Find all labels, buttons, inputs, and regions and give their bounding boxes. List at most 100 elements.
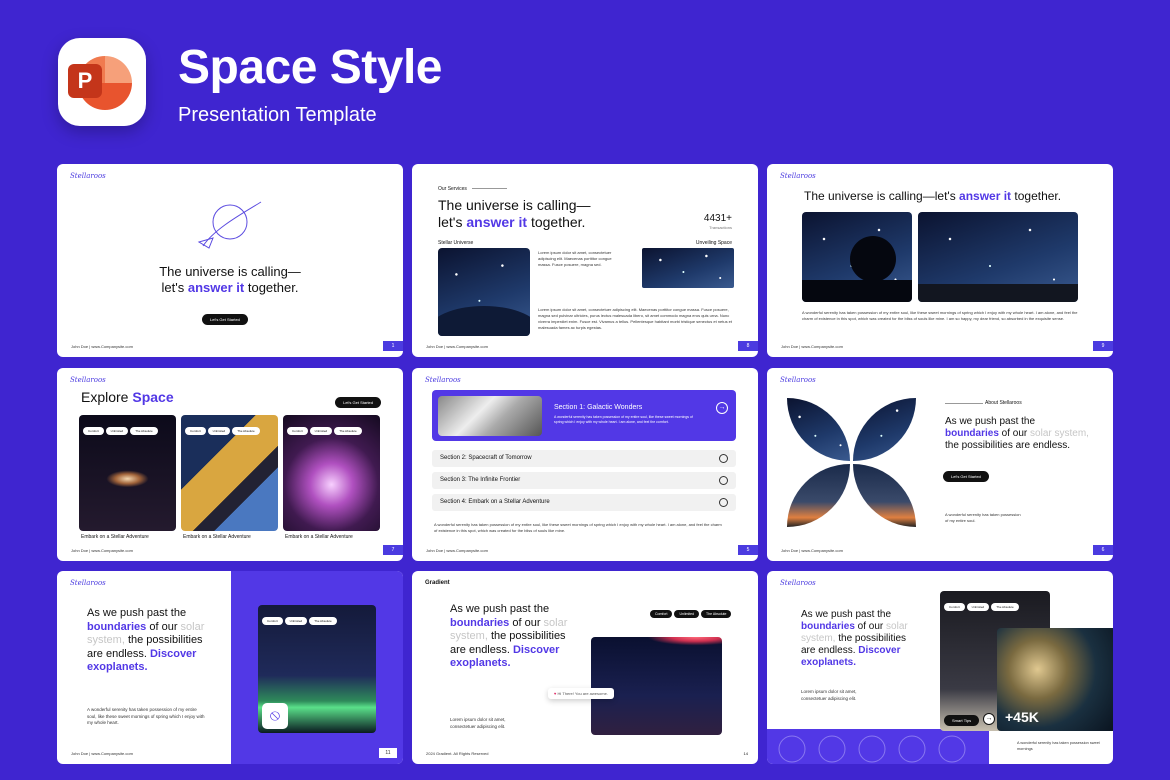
slide-5[interactable]: Stellaroos Section 1: Galactic Wonders A… — [412, 368, 758, 561]
heading-muted: solar — [886, 621, 908, 632]
tag: Comfort — [944, 603, 965, 611]
section-1-card[interactable]: Section 1: Galactic Wonders A wonderful … — [432, 390, 736, 441]
slide-8[interactable]: Gradient As we push past the boundaries … — [412, 571, 758, 764]
chat-text: Hi There! You are awesome. — [557, 691, 608, 696]
arrow-right-icon[interactable]: → — [716, 402, 728, 414]
tag-list: Comfort Unlimited The Absolute — [262, 609, 339, 627]
tag-list: Comfort Unlimited The Absolute — [83, 419, 160, 437]
heading-highlight: answer it — [959, 189, 1012, 203]
button-label: Smart Tips — [944, 715, 980, 726]
astronaut-photo — [438, 396, 542, 436]
heading-highlight: Discover — [512, 643, 560, 656]
section-4-row[interactable]: Section 4: Embark on a Stellar Adventure — [432, 494, 736, 511]
section-title: Section 1: Galactic Wonders — [554, 404, 643, 411]
heading-highlight: Discover — [858, 645, 901, 656]
heading-muted: solar — [180, 620, 205, 633]
button-label: Let's Get Started — [943, 471, 989, 482]
section-3-row[interactable]: Section 3: The Infinite Frontier — [432, 472, 736, 489]
heading-text: of our — [146, 620, 181, 633]
milky-way-road-photo — [918, 212, 1078, 302]
heading-line-1: As we push past the — [945, 416, 1036, 427]
page-number: 1 — [383, 341, 403, 351]
card-caption: Embark on a Stellar Adventure — [81, 534, 149, 540]
slide-1-heading: The universe is calling— let's answer it… — [57, 264, 403, 296]
page-number: 9 — [1093, 341, 1113, 351]
heading-text: of our — [998, 428, 1031, 439]
slide-3[interactable]: Stellaroos The universe is calling—let's… — [767, 164, 1113, 357]
tag: Unlimited — [966, 603, 990, 611]
heading-highlight: answer it — [466, 214, 528, 230]
slide-footer: John Doe | www.Companysite.com — [426, 548, 488, 553]
tag[interactable]: The Absolute — [701, 610, 732, 618]
tag[interactable]: Comfort — [650, 610, 673, 618]
heading-highlight: exoplanets. — [450, 657, 511, 669]
slide-7[interactable]: Stellaroos As we push past the boundarie… — [57, 571, 403, 764]
heading-text: together. — [1011, 189, 1062, 203]
section-text: A wonderful serenity has taken possessio… — [554, 415, 693, 424]
tag: Unlimited — [105, 427, 129, 435]
heading-line-3: the possibilities are endless. — [945, 440, 1071, 451]
planet-pattern-icon — [778, 735, 966, 763]
body-text: Lorem ipsum dolor sit amet, consectetuer… — [450, 717, 506, 729]
page-subtitle: Presentation Template — [178, 104, 377, 126]
stat-value: 4431+ — [703, 213, 732, 224]
body-text: Lorem ipsum dolor sit amet, consectetuer… — [538, 250, 612, 267]
tag-list: Comfort Unlimited The Absolute — [287, 419, 364, 437]
slide-4-heading: Explore Space — [81, 389, 174, 405]
section-2-row[interactable]: Section 2: Spacecraft of Tomorrow — [432, 450, 736, 467]
tag-list: Comfort Unlimited The Absolute — [650, 602, 733, 620]
slide-footer: John Doe | www.Companysite.com — [71, 344, 133, 349]
smart-tips-button[interactable]: Smart Tips — [944, 709, 980, 727]
heading-text: let's — [161, 280, 188, 295]
planet-logo-icon: ⦸ — [262, 703, 288, 729]
slide-2[interactable]: Our Services The universe is calling— le… — [412, 164, 758, 357]
heading-text: of our — [509, 616, 544, 629]
card-caption: Embark on a Stellar Adventure — [285, 534, 353, 540]
slide-footer: John Doe | www.Companysite.com — [781, 344, 843, 349]
get-started-button[interactable]: Let's Get Started — [202, 308, 248, 326]
heading-muted: system, — [801, 633, 836, 644]
purple-panel: Comfort Unlimited The Absolute ⦸ — [231, 571, 403, 764]
slide-6-heading: As we push past the boundaries of our so… — [945, 416, 1089, 452]
tag: Unlimited — [309, 427, 333, 435]
stat-label: Transactions — [709, 225, 732, 230]
tag: The Absolute — [309, 617, 337, 625]
section-label: About Stellaroos — [985, 400, 1022, 406]
button-label: Let's Get Started — [202, 314, 248, 325]
page-number: 8 — [738, 341, 758, 351]
mountain-photo — [438, 248, 530, 336]
slide-4[interactable]: Stellaroos Explore Space Let's Get Start… — [57, 368, 403, 561]
nebula-photo: +45K — [997, 628, 1113, 731]
heading-line-1: As we push past the — [801, 609, 892, 620]
nebula-photo: Comfort Unlimited The Absolute — [283, 415, 380, 531]
heading-highlight: exoplanets. — [87, 661, 148, 673]
get-started-button[interactable]: Let's Get Started — [943, 465, 989, 483]
card-caption: Embark on a Stellar Adventure — [183, 534, 251, 540]
tag: Unlimited — [284, 617, 308, 625]
body-text: A wonderful serenity has taken possessio… — [802, 310, 1078, 321]
body-text: Lorem ipsum dolor sit amet, consectetuer… — [538, 307, 733, 330]
slide-footer: 2024 Gradient. All Rights Reserved — [426, 751, 489, 756]
image-caption: Unveiling Space — [695, 240, 732, 246]
slide-footer: John Doe | www.Companysite.com — [781, 548, 843, 553]
rocket-trail-photo — [591, 637, 722, 735]
slide-9[interactable]: Stellaroos As we push past the boundarie… — [767, 571, 1113, 764]
arrow-right-icon[interactable]: → — [983, 713, 995, 725]
slide-1[interactable]: Stellaroos The universe is calling— let'… — [57, 164, 403, 357]
heading-text: The universe is calling—let's — [804, 189, 960, 203]
tag[interactable]: Unlimited — [674, 610, 700, 618]
brand-logo: Gradient — [425, 580, 450, 586]
heading-highlight: boundaries — [801, 621, 855, 632]
slide-6[interactable]: Stellaroos About Stellaroos As we push p… — [767, 368, 1113, 561]
chat-bubble: ♥ Hi There! You are awesome. — [548, 688, 614, 699]
slide-9-heading: As we push past the boundaries of our so… — [801, 609, 908, 669]
tag: Comfort — [83, 427, 104, 435]
pattern-band — [767, 729, 989, 764]
tag: The Absolute — [334, 427, 362, 435]
heading-line-1: The universe is calling— — [159, 264, 301, 279]
tag: Comfort — [185, 427, 206, 435]
heading-highlight: boundaries — [87, 620, 147, 633]
heading-line-1: As we push past the — [87, 607, 187, 619]
get-started-button[interactable]: Let's Get Started — [335, 391, 381, 409]
page-number: 6 — [1093, 545, 1113, 555]
